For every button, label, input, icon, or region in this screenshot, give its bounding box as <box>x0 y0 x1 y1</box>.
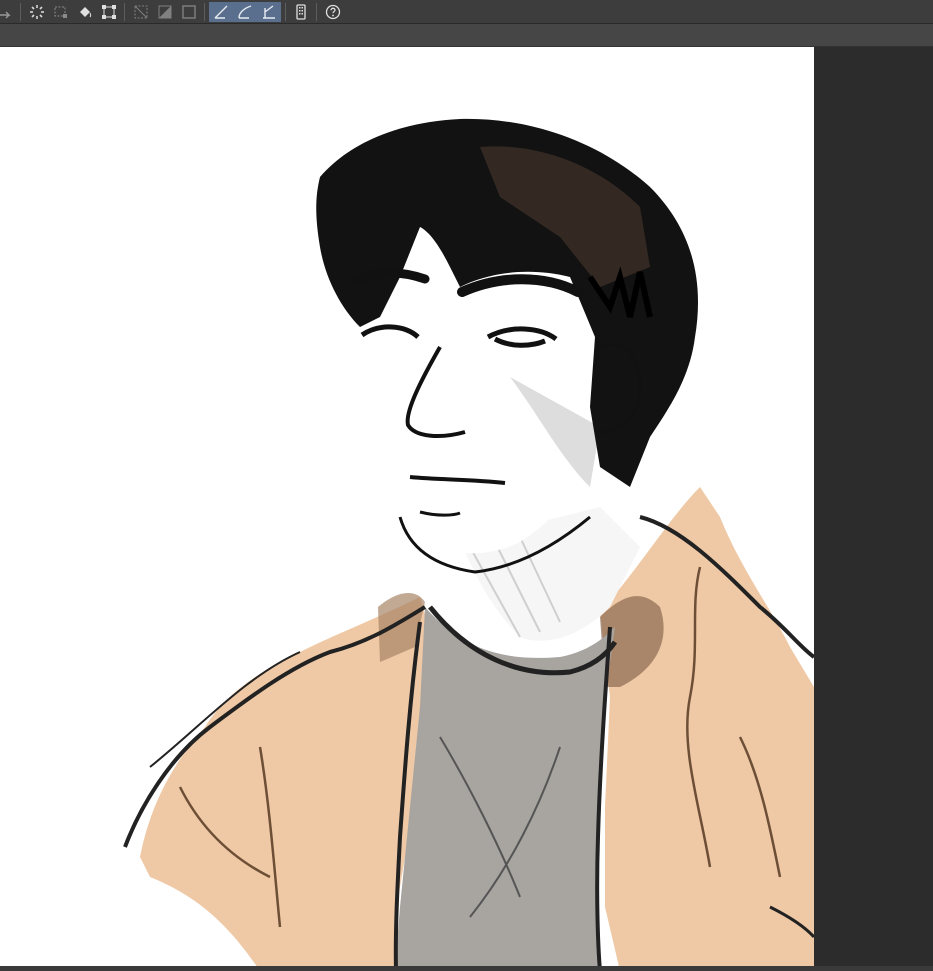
selection-icon[interactable] <box>51 2 71 22</box>
toolbar-separator <box>20 3 21 21</box>
smartphone-icon[interactable] <box>291 2 311 22</box>
ruler-curve-icon[interactable] <box>233 2 257 22</box>
tool-property-bar <box>0 24 933 47</box>
toolbar-separator <box>204 3 205 21</box>
command-bar <box>0 0 933 24</box>
clear-selection-icon[interactable] <box>131 2 151 22</box>
toolbar-separator <box>124 3 125 21</box>
canvas-workspace[interactable] <box>0 47 933 971</box>
fill-icon[interactable] <box>75 2 95 22</box>
ruler-angle-icon[interactable] <box>257 2 281 22</box>
ruler-straight-icon[interactable] <box>209 2 233 22</box>
drawing-canvas[interactable] <box>0 47 814 971</box>
help-icon[interactable] <box>323 2 343 22</box>
selection-border-icon[interactable] <box>179 2 199 22</box>
redo-icon[interactable] <box>0 2 16 22</box>
right-workspace-margin <box>814 47 933 971</box>
toolbar-separator <box>316 3 317 21</box>
scrollbar-track[interactable] <box>0 966 933 971</box>
transform-icon[interactable] <box>99 2 119 22</box>
toolbar-separator <box>285 3 286 21</box>
loading-icon[interactable] <box>27 2 47 22</box>
invert-selection-icon[interactable] <box>155 2 175 22</box>
artwork-illustration <box>123 118 814 971</box>
